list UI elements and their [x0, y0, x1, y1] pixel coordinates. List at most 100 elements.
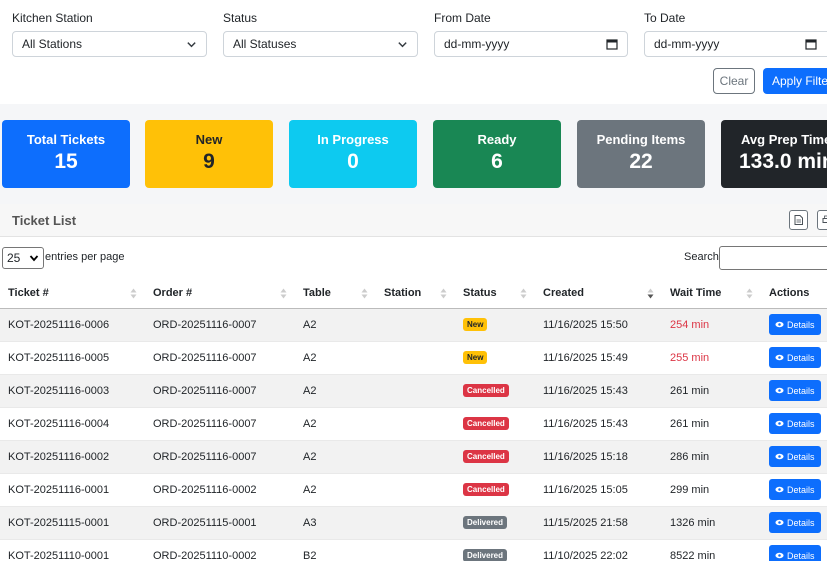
- ticket-list-title: Ticket List: [12, 213, 77, 228]
- details-label: Details: [787, 484, 815, 495]
- status-badge: Delivered: [463, 549, 508, 561]
- status-select[interactable]: All Statuses: [223, 31, 418, 57]
- calendar-icon[interactable]: [805, 38, 817, 50]
- eye-icon: [775, 354, 784, 361]
- wait-time-cell: 254 min: [662, 308, 761, 342]
- stat-avg-prep-time: Avg Prep Time 133.0 min: [721, 120, 827, 188]
- entries-per-page-select[interactable]: 25: [2, 247, 44, 269]
- ticket-number-cell: KOT-20251116-0006: [0, 308, 145, 342]
- table-row[interactable]: KOT-20251116-0005 ORD-20251116-0007 A2 New 1…: [0, 341, 827, 375]
- sort-icon: [361, 288, 368, 299]
- details-label: Details: [787, 385, 815, 396]
- column-header-wait-time[interactable]: Wait Time: [662, 279, 761, 309]
- created-cell: 11/16/2025 15:49: [535, 341, 662, 375]
- eye-icon: [775, 519, 784, 526]
- column-header-status[interactable]: Status: [455, 279, 535, 309]
- details-button[interactable]: Details: [769, 413, 821, 434]
- details-button[interactable]: Details: [769, 512, 821, 533]
- column-header-ticket[interactable]: Ticket #: [0, 279, 145, 309]
- ticket-number-cell: KOT-20251116-0005: [0, 341, 145, 375]
- eye-icon: [775, 486, 784, 493]
- station-cell: [376, 374, 455, 408]
- from-date-placeholder: dd-mm-yyyy: [444, 37, 510, 51]
- details-button[interactable]: Details: [769, 314, 821, 335]
- created-cell: 11/16/2025 15:43: [535, 407, 662, 441]
- printer-icon: [822, 215, 827, 223]
- details-button[interactable]: Details: [769, 446, 821, 467]
- ticket-table-body: KOT-20251116-0006 ORD-20251116-0007 A2 New 1…: [0, 308, 827, 561]
- print-button[interactable]: [817, 210, 827, 230]
- sort-desc-icon: [647, 288, 654, 299]
- status-cell: Cancelled: [455, 440, 535, 474]
- calendar-icon[interactable]: [606, 38, 618, 50]
- column-header-label: Table: [303, 287, 331, 300]
- chevron-down-icon: [398, 41, 407, 47]
- clear-button[interactable]: Clear: [713, 68, 755, 94]
- export-pdf-button[interactable]: [789, 210, 808, 230]
- column-header-created[interactable]: Created: [535, 279, 662, 309]
- table-cell: A2: [295, 440, 376, 474]
- stat-label: New: [195, 132, 223, 147]
- table-header-row: Ticket # Order # Table Station Status Cr…: [0, 279, 827, 309]
- column-header-station[interactable]: Station: [376, 279, 455, 309]
- actions-cell: Details: [761, 308, 827, 342]
- status-badge: Cancelled: [463, 450, 509, 463]
- to-date-input[interactable]: dd-mm-yyyy: [644, 31, 827, 57]
- stat-ready: Ready 6: [433, 120, 561, 188]
- apply-filters-button[interactable]: Apply Filters: [763, 68, 827, 94]
- status-badge: Cancelled: [463, 483, 509, 496]
- status-badge: Delivered: [463, 516, 508, 529]
- stat-total-tickets: Total Tickets 15: [2, 120, 130, 188]
- stat-value: 22: [629, 150, 653, 173]
- table-row[interactable]: KOT-20251116-0002 ORD-20251116-0007 A2 Canc…: [0, 440, 827, 474]
- column-header-label: Order #: [153, 287, 193, 300]
- table-cell: A3: [295, 506, 376, 540]
- actions-cell: Details: [761, 473, 827, 507]
- station-cell: [376, 341, 455, 375]
- eye-icon: [775, 321, 784, 328]
- stat-label: Ready: [477, 132, 517, 147]
- search-input[interactable]: [719, 246, 827, 270]
- order-number-cell: ORD-20251116-0007: [145, 308, 295, 342]
- column-header-label: Ticket #: [8, 287, 49, 300]
- status-badge: Cancelled: [463, 384, 509, 397]
- status-badge: Cancelled: [463, 417, 509, 430]
- details-label: Details: [787, 451, 815, 462]
- from-date-input[interactable]: dd-mm-yyyy: [434, 31, 628, 57]
- details-button[interactable]: Details: [769, 545, 821, 561]
- actions-cell: Details: [761, 341, 827, 375]
- column-header-table[interactable]: Table: [295, 279, 376, 309]
- details-label: Details: [787, 319, 815, 330]
- order-number-cell: ORD-20251116-0002: [145, 473, 295, 507]
- wait-time-cell: 299 min: [662, 473, 761, 507]
- table-row[interactable]: KOT-20251116-0003 ORD-20251116-0007 A2 Canc…: [0, 374, 827, 408]
- station-cell: [376, 407, 455, 441]
- station-select[interactable]: All Stations: [12, 31, 207, 57]
- ticket-number-cell: KOT-20251115-0001: [0, 506, 145, 540]
- details-button[interactable]: Details: [769, 479, 821, 500]
- table-row[interactable]: KOT-20251110-0001 ORD-20251110-0002 B2 Deli…: [0, 539, 827, 561]
- from-date-label: From Date: [434, 11, 491, 25]
- table-row[interactable]: KOT-20251116-0006 ORD-20251116-0007 A2 New 1…: [0, 308, 827, 342]
- station-cell: [376, 473, 455, 507]
- table-row[interactable]: KOT-20251116-0004 ORD-20251116-0007 A2 Canc…: [0, 407, 827, 441]
- file-icon: [794, 215, 803, 225]
- stat-pending-items: Pending Items 22: [577, 120, 705, 188]
- status-cell: New: [455, 308, 535, 342]
- table-row[interactable]: KOT-20251116-0001 ORD-20251116-0002 A2 Canc…: [0, 473, 827, 507]
- ticket-number-cell: KOT-20251110-0001: [0, 539, 145, 561]
- order-number-cell: ORD-20251116-0007: [145, 440, 295, 474]
- details-label: Details: [787, 550, 815, 561]
- sort-icon: [280, 288, 287, 299]
- table-cell: B2: [295, 539, 376, 561]
- table-row[interactable]: KOT-20251115-0001 ORD-20251115-0001 A3 Deli…: [0, 506, 827, 540]
- stat-value: 0: [347, 150, 359, 173]
- order-number-cell: ORD-20251110-0002: [145, 539, 295, 561]
- stat-label: Avg Prep Time: [741, 132, 827, 147]
- column-header-order[interactable]: Order #: [145, 279, 295, 309]
- details-button[interactable]: Details: [769, 347, 821, 368]
- details-label: Details: [787, 517, 815, 528]
- created-cell: 11/16/2025 15:18: [535, 440, 662, 474]
- details-button[interactable]: Details: [769, 380, 821, 401]
- created-cell: 11/15/2025 21:58: [535, 506, 662, 540]
